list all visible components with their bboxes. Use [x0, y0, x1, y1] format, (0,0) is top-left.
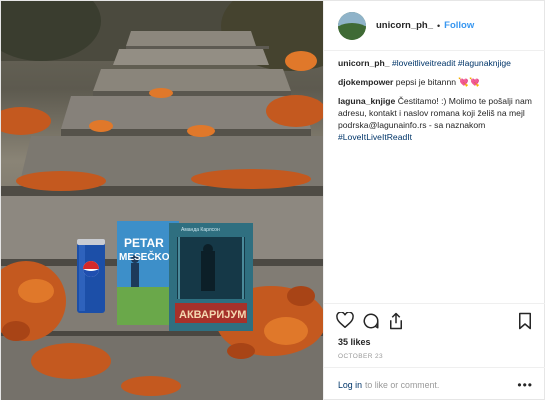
book-akvarijum: Аманда Карлсон АКВАРИЈУМ: [169, 223, 253, 331]
post-sidebar: unicorn_ph_ • Follow unicorn_ph_ #loveit…: [323, 1, 545, 400]
post-photo[interactable]: PETAR MESEČKO Аманда Карлсон АКВАРИЈУМ: [1, 1, 323, 400]
login-bar: Log in to like or comment. •••: [324, 367, 545, 400]
login-prompt-text: to like or comment.: [364, 379, 440, 390]
comment-text: pepsi je bitannn 💘💘: [395, 77, 480, 87]
book2-title-text: АКВАРИЈУМ: [179, 309, 246, 321]
avatar[interactable]: [338, 11, 366, 40]
comments-list: unicorn_ph_ #loveitliveitreadit #lagunak…: [324, 57, 545, 150]
likes-count[interactable]: 35 likes: [338, 337, 371, 347]
post-date[interactable]: OCTOBER 23: [338, 353, 383, 360]
book1-author-text: PETAR: [124, 236, 164, 250]
comment-username[interactable]: laguna_knjige: [338, 96, 395, 106]
action-bar: [324, 303, 545, 333]
comment-hashtags[interactable]: #loveitliveitreadit #lagunaknjige: [392, 58, 511, 68]
instagram-post: PETAR MESEČKO Аманда Карлсон АКВАРИЈУМ u…: [0, 0, 545, 400]
book1-title-text: MESEČKO: [119, 250, 170, 263]
comment-item: unicorn_ph_ #loveitliveitreadit #lagunak…: [338, 57, 533, 69]
heart-icon[interactable]: [336, 311, 354, 333]
bookmark-icon[interactable]: [518, 312, 532, 335]
ellipsis-icon[interactable]: •••: [517, 378, 533, 392]
comment-username[interactable]: unicorn_ph_: [338, 58, 390, 68]
photo-illustration: PETAR MESEČKO Аманда Карлсон АКВАРИЈУМ: [1, 1, 323, 400]
separator-dot: •: [437, 20, 441, 31]
comment-item: djokempower pepsi je bitannn 💘💘: [338, 76, 533, 88]
share-icon[interactable]: [388, 312, 404, 335]
comment-item: laguna_knjige Čestitamo! :) Molimo te po…: [338, 95, 533, 143]
post-header: unicorn_ph_ • Follow: [324, 1, 545, 51]
book2-author-text: Аманда Карлсон: [181, 227, 220, 233]
comment-bubble-icon[interactable]: [362, 312, 380, 335]
follow-button[interactable]: Follow: [444, 20, 474, 31]
pepsi-can: [77, 239, 105, 313]
comment-hashtag[interactable]: #LoveItLiveItReadIt: [338, 132, 412, 142]
author-username[interactable]: unicorn_ph_: [376, 20, 433, 31]
comment-username[interactable]: djokempower: [338, 77, 393, 87]
login-link[interactable]: Log in: [338, 380, 362, 390]
